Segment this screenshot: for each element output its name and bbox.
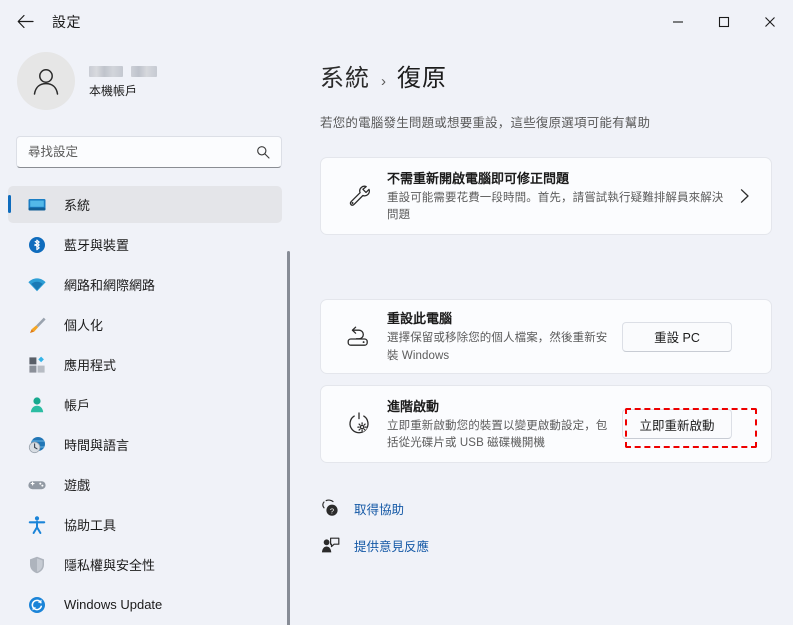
maximize-button[interactable] [701,0,747,44]
settings-window: 設定 [0,0,793,625]
sidebar-item-apps[interactable]: 應用程式 [8,346,282,383]
advanced-startup-card: 進階啟動 立即重新啟動您的裝置以變更啟動設定，包括從光碟片或 USB 磁碟機開機… [320,385,772,463]
arrow-left-icon [17,14,34,29]
breadcrumb-separator: › [381,73,386,90]
sidebar-item-label: 帳戶 [64,395,90,414]
chevron-right-icon [731,188,757,204]
sidebar-item-label: 協助工具 [64,515,116,534]
sidebar-item-label: Windows Update [64,597,162,612]
back-button[interactable] [8,5,42,37]
sidebar-item-network-internet[interactable]: 網路和網際網路 [8,266,282,303]
svg-text:?: ? [329,506,333,515]
sidebar-item-label: 時間與語言 [64,435,129,454]
sidebar-item-label: 隱私權與安全性 [64,555,155,574]
reset-pc-card: 重設此電腦 選擇保留或移除您的個人檔案，然後重新安裝 Windows 重設 PC [320,299,772,374]
shield-icon [19,555,55,575]
account-type-label: 本機帳戶 [89,82,157,99]
close-icon [764,16,776,28]
wifi-icon [19,275,55,295]
card-description: 選擇保留或移除您的個人檔案，然後重新安裝 Windows [387,330,616,365]
sidebar-item-system[interactable]: 系統 [8,186,282,223]
clock-globe-icon [19,435,55,455]
maximize-icon [718,16,730,28]
card-title: 進階啟動 [387,396,616,415]
sidebar-item-bluetooth-devices[interactable]: 藍牙與裝置 [8,226,282,263]
help-question-icon: ? [320,499,340,518]
title-bar: 設定 [0,0,793,44]
sidebar-item-label: 藍牙與裝置 [64,235,129,254]
page-subtitle: 若您的電腦發生問題或想要重設，這些復原選項可能有幫助 [320,112,650,131]
sidebar: 本機帳戶 系統 [0,44,298,625]
monitor-icon [19,195,55,215]
sidebar-item-accounts[interactable]: 帳戶 [8,386,282,423]
search-box[interactable] [16,136,282,168]
main-content: 系統 › 復原 若您的電腦發生問題或想要重設，這些復原選項可能有幫助 不需重新開… [298,44,793,625]
card-title: 重設此電腦 [387,308,616,327]
search-icon [256,145,281,159]
navigation-list: 系統 藍牙與裝置 [8,186,290,625]
card-description: 立即重新啟動您的裝置以變更啟動設定，包括從光碟片或 USB 磁碟機開機 [387,418,616,453]
sidebar-item-label: 系統 [64,195,90,214]
app-title: 設定 [52,12,81,32]
sidebar-item-time-language[interactable]: 時間與語言 [8,426,282,463]
reset-pc-icon [339,324,379,350]
sidebar-item-accessibility[interactable]: 協助工具 [8,506,282,543]
minimize-icon [672,16,684,28]
search-input[interactable] [17,145,256,159]
wrench-icon [339,183,379,209]
sidebar-item-privacy-security[interactable]: 隱私權與安全性 [8,546,282,583]
breadcrumb-parent[interactable]: 系統 [320,58,370,93]
close-button[interactable] [747,0,793,44]
link-label: 提供意見反應 [354,536,429,555]
breadcrumb: 系統 › 復原 [320,58,447,93]
restart-now-button[interactable]: 立即重新啟動 [622,409,732,439]
update-refresh-icon [19,595,55,615]
account-profile[interactable]: 本機帳戶 [17,52,157,110]
page-title: 復原 [397,58,447,93]
card-title: 不需重新開啟電腦即可修正問題 [387,168,725,187]
apps-grid-icon [19,355,55,375]
avatar [17,52,75,110]
feedback-icon [320,536,340,555]
sidebar-item-personalization[interactable]: 個人化 [8,306,282,343]
reset-pc-button[interactable]: 重設 PC [622,322,732,352]
sidebar-item-windows-update[interactable]: Windows Update [8,586,282,623]
power-gear-icon [339,411,379,437]
sidebar-item-label: 個人化 [64,315,103,334]
person-avatar-icon [29,64,63,98]
account-name-redacted [89,66,157,77]
link-label: 取得協助 [354,499,404,518]
bluetooth-icon [19,235,55,255]
sidebar-item-label: 遊戲 [64,475,90,494]
sidebar-scrollbar-thumb[interactable] [287,251,290,625]
gamepad-icon [19,475,55,495]
card-description: 重設可能需要花費一段時間。首先，請嘗試執行疑難排解員來解決問題 [387,190,725,225]
sidebar-item-label: 應用程式 [64,355,116,374]
troubleshoot-card[interactable]: 不需重新開啟電腦即可修正問題 重設可能需要花費一段時間。首先，請嘗試執行疑難排解… [320,157,772,235]
window-controls [655,0,793,44]
minimize-button[interactable] [655,0,701,44]
get-help-link[interactable]: ? 取得協助 [320,499,404,518]
sidebar-item-label: 網路和網際網路 [64,275,155,294]
give-feedback-link[interactable]: 提供意見反應 [320,536,429,555]
sidebar-item-gaming[interactable]: 遊戲 [8,466,282,503]
accessibility-icon [19,515,55,535]
paintbrush-icon [19,315,55,335]
account-person-icon [19,395,55,415]
